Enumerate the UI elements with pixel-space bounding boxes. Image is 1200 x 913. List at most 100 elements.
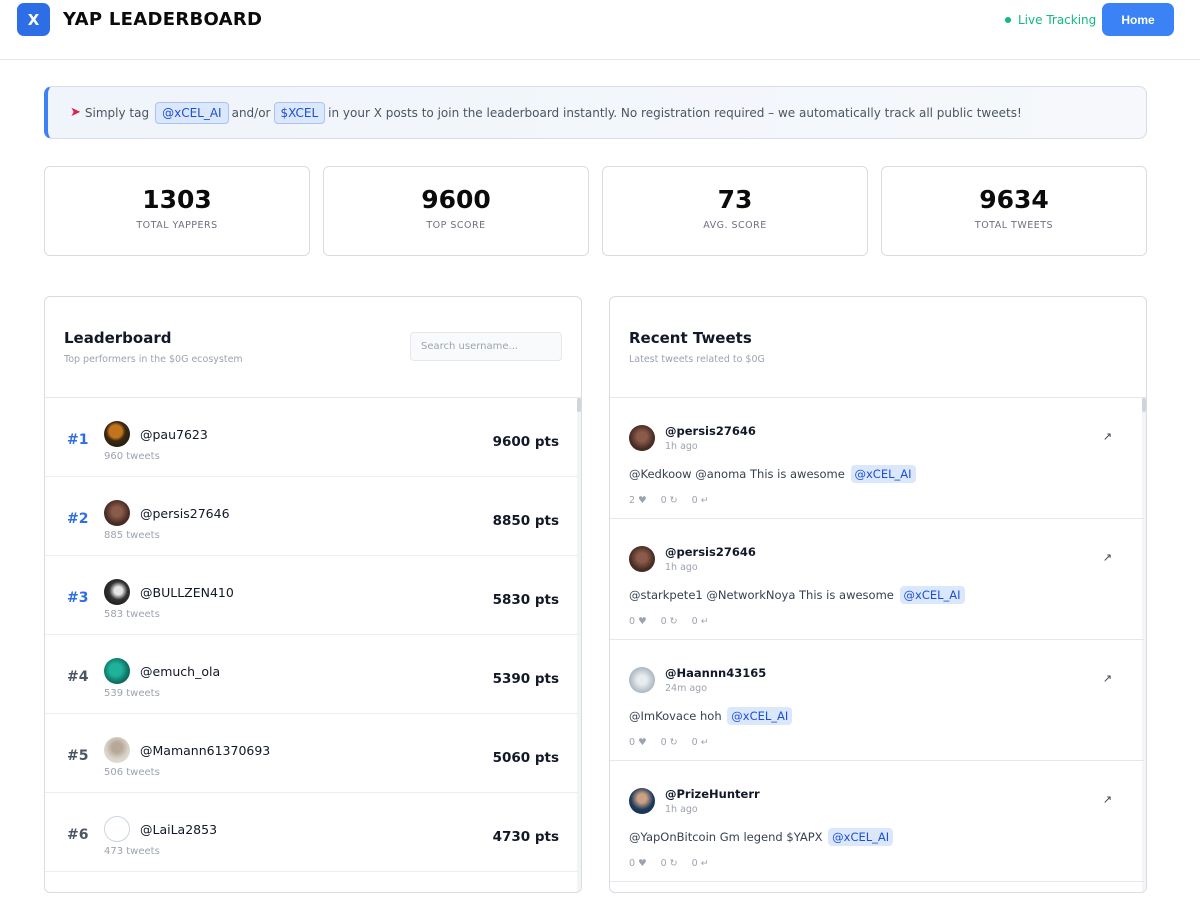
leaderboard-row[interactable]: #3 @BULLZEN410 583 tweets 5830 pts xyxy=(45,556,579,635)
tweet-card[interactable]: @PrizeHunterr 1h ago ↗ @YapOnBitcoin Gm … xyxy=(610,761,1144,882)
replies-count: 0 ↵ xyxy=(691,858,709,869)
stat-value: 9634 xyxy=(979,185,1049,214)
rank-badge: #3 xyxy=(67,590,89,606)
tweet-count: 506 tweets xyxy=(104,767,160,778)
tweet-text: @ImKovace hoh @xCEL_AI xyxy=(629,707,793,725)
tweet-text: @YapOnBitcoin Gm legend $YAPX @xCEL_AI xyxy=(629,828,894,846)
banner-connector: and/or xyxy=(231,105,271,120)
likes-count: 0 ♥ xyxy=(629,858,647,869)
tweet-card[interactable]: @Haannn43165 24m ago ↗ @ImKovace hoh @xC… xyxy=(610,640,1144,761)
username[interactable]: @LaiLa2853 xyxy=(140,822,217,837)
avatar xyxy=(104,579,130,605)
tweet-body: @starkpete1 @NetworkNoya This is awesome xyxy=(629,588,894,602)
recent-tweets-title: Recent Tweets xyxy=(629,329,752,347)
tweet-text: @starkpete1 @NetworkNoya This is awesome… xyxy=(629,586,965,604)
leaderboard-row[interactable]: #2 @persis27646 885 tweets 8850 pts xyxy=(45,477,579,556)
tweet-stats: 0 ♥ 0 ↻ 0 ↵ xyxy=(629,616,709,627)
username[interactable]: @Mamann61370693 xyxy=(140,743,270,758)
tweet-card[interactable]: @persis27646 1h ago ↗ @Kedkoow @anoma Th… xyxy=(610,398,1144,519)
leaderboard-row[interactable]: #6 @LaiLa2853 473 tweets 4730 pts xyxy=(45,793,579,872)
leaderboard-title: Leaderboard xyxy=(64,329,172,347)
external-link-icon[interactable]: ↗ xyxy=(1103,672,1112,685)
tweet-tag: @xCEL_AI xyxy=(850,465,916,483)
external-link-icon[interactable]: ↗ xyxy=(1103,793,1112,806)
tweet-time: 1h ago xyxy=(665,804,698,815)
leaderboard-panel: Leaderboard Top performers in the $0G ec… xyxy=(44,296,582,893)
leaderboard-list: #1 @pau7623 960 tweets 9600 pts #2 @pers… xyxy=(45,398,581,892)
home-button[interactable]: Home xyxy=(1102,3,1174,36)
tweet-stats: 0 ♥ 0 ↻ 0 ↵ xyxy=(629,737,709,748)
leaderboard-row[interactable]: #4 @emuch_ola 539 tweets 5390 pts xyxy=(45,635,579,714)
tweet-count: 885 tweets xyxy=(104,530,160,541)
avatar xyxy=(104,500,130,526)
banner-tag-xcel: $XCEL xyxy=(273,101,326,124)
stat-card-total-yappers: 1303 TOTAL YAPPERS xyxy=(44,166,310,256)
username[interactable]: @BULLZEN410 xyxy=(140,585,234,600)
recent-tweets-subtitle: Latest tweets related to $0G xyxy=(629,354,765,365)
tweet-body: @ImKovace hoh xyxy=(629,709,722,723)
tweet-count: 960 tweets xyxy=(104,451,160,462)
tweet-list: @persis27646 1h ago ↗ @Kedkoow @anoma Th… xyxy=(610,398,1146,892)
stat-label: TOTAL TWEETS xyxy=(974,220,1054,231)
username[interactable]: @persis27646 xyxy=(140,506,230,521)
tweet-username[interactable]: @persis27646 xyxy=(665,545,756,559)
broken-image-icon xyxy=(104,816,130,842)
leaderboard-row[interactable]: #5 @Mamann61370693 506 tweets 5060 pts xyxy=(45,714,579,793)
app-title: YAP LEADERBOARD xyxy=(63,9,263,30)
avatar xyxy=(629,667,655,693)
status-dot-icon xyxy=(1005,17,1011,23)
score: 4730 pts xyxy=(492,829,559,845)
stat-label: TOP SCORE xyxy=(426,220,486,231)
tweet-body: @Kedkoow @anoma This is awesome xyxy=(629,467,845,481)
username[interactable]: @emuch_ola xyxy=(140,664,220,679)
leaderboard-subtitle: Top performers in the $0G ecosystem xyxy=(64,354,243,365)
retweets-count: 0 ↻ xyxy=(660,858,678,869)
tweet-username[interactable]: @Haannn43165 xyxy=(665,666,766,680)
tweet-username[interactable]: @PrizeHunterr xyxy=(665,787,760,801)
score: 5830 pts xyxy=(492,592,559,608)
stat-value: 1303 xyxy=(142,185,212,214)
avatar xyxy=(104,421,130,447)
stat-label: TOTAL YAPPERS xyxy=(136,220,218,231)
logo-icon[interactable]: X xyxy=(17,3,50,36)
score: 9600 pts xyxy=(492,434,559,450)
live-tracking-label: Live Tracking xyxy=(1018,13,1097,27)
replies-count: 0 ↵ xyxy=(691,495,709,506)
rank-badge: #6 xyxy=(67,827,89,843)
username[interactable]: @pau7623 xyxy=(140,427,208,442)
tweet-time: 1h ago xyxy=(665,441,698,452)
external-link-icon[interactable]: ↗ xyxy=(1103,430,1112,443)
stat-value: 73 xyxy=(717,185,753,214)
likes-count: 0 ♥ xyxy=(629,737,647,748)
tweet-tag: @xCEL_AI xyxy=(727,707,793,725)
tweet-time: 1h ago xyxy=(665,562,698,573)
avatar xyxy=(104,658,130,684)
tweet-username[interactable]: @persis27646 xyxy=(665,424,756,438)
tweet-body: @YapOnBitcoin Gm legend $YAPX xyxy=(629,830,823,844)
retweets-count: 0 ↻ xyxy=(660,495,678,506)
tweet-stats: 0 ♥ 0 ↻ 0 ↵ xyxy=(629,858,709,869)
search-input[interactable] xyxy=(410,332,562,361)
rank-badge: #5 xyxy=(67,748,89,764)
stat-card-top-score: 9600 TOP SCORE xyxy=(323,166,589,256)
tweet-tag: @xCEL_AI xyxy=(899,586,965,604)
tweet-card[interactable]: @persis27646 1h ago ↗ @starkpete1 @Netwo… xyxy=(610,519,1144,640)
avatar xyxy=(104,737,130,763)
leaderboard-header: Leaderboard Top performers in the $0G ec… xyxy=(45,297,581,398)
avatar xyxy=(629,546,655,572)
banner-suffix: in your X posts to join the leaderboard … xyxy=(328,105,1022,120)
live-tracking-indicator: Live Tracking xyxy=(1005,13,1096,27)
tweet-count: 539 tweets xyxy=(104,688,160,699)
score: 8850 pts xyxy=(492,513,559,529)
tweet-count: 473 tweets xyxy=(104,846,160,857)
tweet-stats: 2 ♥ 0 ↻ 0 ↵ xyxy=(629,495,709,506)
rank-badge: #1 xyxy=(67,432,89,448)
avatar xyxy=(629,425,655,451)
tweet-text: @Kedkoow @anoma This is awesome @xCEL_AI xyxy=(629,465,916,483)
stat-card-total-tweets: 9634 TOTAL TWEETS xyxy=(881,166,1147,256)
info-banner: ➤ Simply tag @xCEL_AI and/or $XCEL in yo… xyxy=(44,86,1147,139)
likes-count: 2 ♥ xyxy=(629,495,647,506)
likes-count: 0 ♥ xyxy=(629,616,647,627)
external-link-icon[interactable]: ↗ xyxy=(1103,551,1112,564)
leaderboard-row[interactable]: #1 @pau7623 960 tweets 9600 pts xyxy=(45,398,579,477)
